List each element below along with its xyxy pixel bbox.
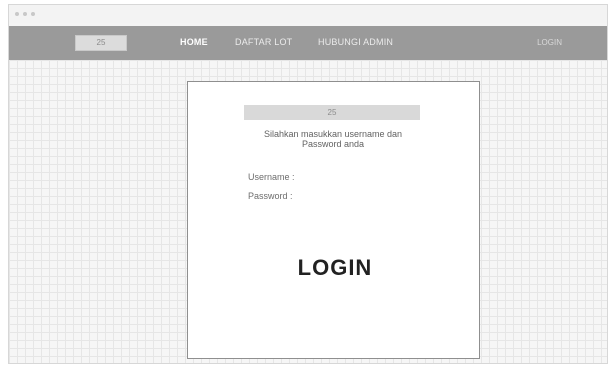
instruction-line-1: Silahkan masukkan username dan: [263, 129, 403, 139]
nav-daftar-lot[interactable]: DAFTAR LOT: [235, 37, 292, 47]
grid-workspace: 25 Silahkan masukkan username dan Passwo…: [9, 60, 607, 363]
header-login-link[interactable]: LOGIN: [537, 38, 562, 47]
close-window-icon[interactable]: [15, 12, 19, 16]
username-field[interactable]: Username :: [248, 172, 295, 182]
site-logo[interactable]: 25: [75, 35, 127, 51]
site-logo-label: 25: [96, 38, 106, 47]
login-card: 25 Silahkan masukkan username dan Passwo…: [187, 81, 480, 359]
username-label: Username :: [248, 172, 295, 182]
top-navbar: 25 HOME DAFTAR LOT HUBUNGI ADMIN LOGIN: [9, 26, 607, 60]
nav-hubungi-admin[interactable]: HUBUNGI ADMIN: [318, 37, 393, 47]
card-logo-label: 25: [327, 108, 337, 117]
nav-home[interactable]: HOME: [180, 37, 208, 47]
password-label: Password :: [248, 191, 293, 201]
login-button[interactable]: LOGIN: [254, 253, 416, 283]
minimize-window-icon[interactable]: [23, 12, 27, 16]
browser-window: 25 HOME DAFTAR LOT HUBUNGI ADMIN LOGIN 2…: [8, 4, 608, 364]
login-instruction: Silahkan masukkan username dan Password …: [228, 129, 438, 149]
maximize-window-icon[interactable]: [31, 12, 35, 16]
card-logo: 25: [244, 105, 420, 120]
window-titlebar: [9, 5, 607, 23]
instruction-line-2: Password anda: [301, 139, 365, 149]
password-field[interactable]: Password :: [248, 191, 293, 201]
